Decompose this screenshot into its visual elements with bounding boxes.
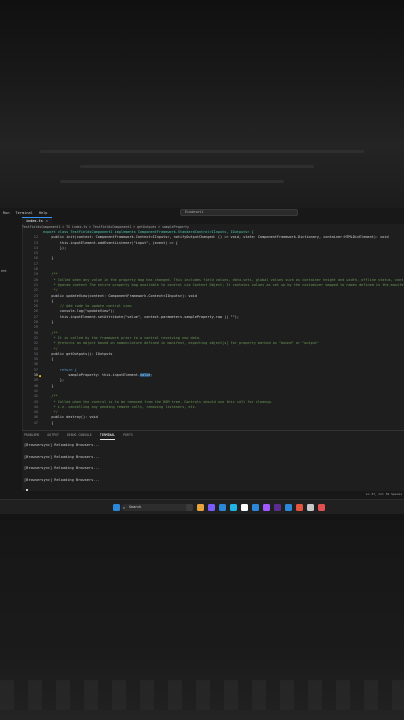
- menu-help[interactable]: Help: [36, 211, 51, 215]
- code-text: /**: [43, 330, 58, 335]
- tab-ports[interactable]: PORTS: [123, 433, 133, 440]
- taskbar-search-label: Search: [129, 504, 142, 509]
- command-search-box[interactable]: Ecodeset1: [180, 209, 298, 216]
- panel-tabs: PROBLEMS OUTPUT DEBUG CONSOLE TERMINAL PORTS: [22, 431, 404, 440]
- code-editor[interactable]: export class TestFieldsComponent1 implem…: [22, 230, 404, 430]
- code-text: }: [43, 256, 54, 261]
- code-text: export class TestFieldsComponent1 implem…: [43, 230, 254, 234]
- code-text: */: [43, 288, 58, 293]
- terminal-line: [Browsersync] Reloading Browsers...: [24, 477, 100, 482]
- vscode-window: Run Terminal Help Ecodeset1 ent index.ts…: [0, 208, 404, 514]
- code-text: */: [43, 410, 58, 415]
- code-text: * Called when the control is to be remov…: [43, 399, 273, 404]
- blurred-line: [40, 150, 364, 153]
- code-text: * Called when any value in the property …: [43, 277, 404, 282]
- edge-icon[interactable]: [230, 503, 237, 511]
- code-text: });: [43, 245, 67, 250]
- code-text: this.inputElement.setAttribute("value", …: [43, 314, 239, 319]
- code-text: * @returns an object based on nomenclatu…: [43, 341, 320, 346]
- code-text: ;: [150, 373, 153, 378]
- sidebar-label: ent: [1, 269, 7, 273]
- blurred-keyboard: [0, 680, 404, 710]
- code-text: {: [43, 298, 54, 303]
- blurred-line: [60, 180, 284, 183]
- search-icon: ⌕: [123, 504, 126, 510]
- terminal[interactable]: [Browsersync] Reloading Browsers... [Brow…: [22, 440, 404, 498]
- code-text: {: [43, 357, 54, 362]
- file-explorer-icon[interactable]: [197, 503, 204, 511]
- code-text: };: [43, 378, 65, 383]
- close-icon[interactable]: ×: [46, 219, 48, 223]
- code-text: /**: [43, 394, 58, 399]
- editor-tabs: index.ts ×: [22, 217, 404, 224]
- tab-index-ts[interactable]: index.ts ×: [22, 217, 52, 224]
- tab-terminal[interactable]: TERMINAL: [99, 433, 116, 440]
- terminal-line: [Browsersync] Reloading Browsers...: [24, 466, 100, 470]
- menu-terminal[interactable]: Terminal: [13, 211, 36, 215]
- terminal-line: [Browsersync] Reloading Browsers...: [24, 454, 100, 459]
- terminal-line: [Browsersync] Reloading Browsers...: [24, 443, 100, 447]
- code-text: // Add code to update control view: [43, 304, 132, 309]
- code-text: {: [43, 420, 54, 425]
- explorer-sidebar: ent: [0, 217, 23, 499]
- code-text: public destroy(): void: [43, 415, 98, 420]
- code-text: * @param context The entire property bag…: [43, 282, 404, 287]
- blurred-line: [80, 165, 314, 168]
- task-view-icon[interactable]: [186, 503, 193, 511]
- visual-studio-icon[interactable]: [263, 503, 270, 511]
- tab-label: index.ts: [26, 219, 43, 223]
- vscode-icon[interactable]: [285, 503, 292, 511]
- code-text: public updateView(context: ComponentFram…: [43, 293, 197, 298]
- app-icon[interactable]: [307, 503, 314, 511]
- code-text: this.inputElement.addEventListener("inpu…: [43, 240, 178, 245]
- brave-icon[interactable]: [318, 503, 325, 511]
- vs-icon[interactable]: [274, 503, 281, 511]
- tab-output[interactable]: OUTPUT: [47, 433, 59, 440]
- status-bar: Ln 37, Col 52 Spaces: [0, 491, 404, 499]
- teams-icon[interactable]: [208, 503, 215, 511]
- line-number: 47: [33, 420, 38, 425]
- code-line[interactable]: 47 {: [22, 421, 404, 426]
- code-text: console.log("updateView");: [43, 309, 115, 314]
- tab-debug-console[interactable]: DEBUG CONSOLE: [67, 433, 92, 440]
- menu-run[interactable]: Run: [0, 211, 13, 215]
- windows-icon[interactable]: [113, 503, 120, 511]
- code-text: public init(context: ComponentFramework.…: [43, 235, 389, 240]
- chrome-icon[interactable]: [241, 503, 248, 511]
- code-text: sampleProperty: this.inputElement.: [43, 373, 140, 378]
- code-text: return {: [43, 367, 77, 372]
- tab-problems[interactable]: PROBLEMS: [24, 433, 39, 440]
- code-text: /**: [43, 272, 58, 277]
- code-text: * i.e. cancelling any pending remote cal…: [43, 404, 197, 409]
- mail-icon[interactable]: [219, 503, 226, 511]
- store-icon[interactable]: [252, 503, 259, 511]
- code-text: */: [43, 346, 58, 351]
- title-bar: Run Terminal Help Ecodeset1: [0, 208, 404, 217]
- code-text: public getOutputs(): IOutputs: [43, 351, 113, 356]
- windows-taskbar: ⌕ Search: [0, 499, 404, 514]
- blurred-background-top: [0, 0, 404, 208]
- selected-text: value: [139, 373, 151, 378]
- code-text: }: [43, 320, 54, 325]
- blurred-background-bottom: [0, 520, 404, 720]
- powerapps-icon[interactable]: [296, 503, 303, 511]
- code-text: }: [43, 383, 54, 388]
- cursor-position[interactable]: Ln 37, Col 52 Spaces: [366, 492, 402, 496]
- taskbar-search[interactable]: ⌕ Search: [121, 503, 191, 511]
- code-text: * It is called by the framework prior to…: [43, 335, 202, 340]
